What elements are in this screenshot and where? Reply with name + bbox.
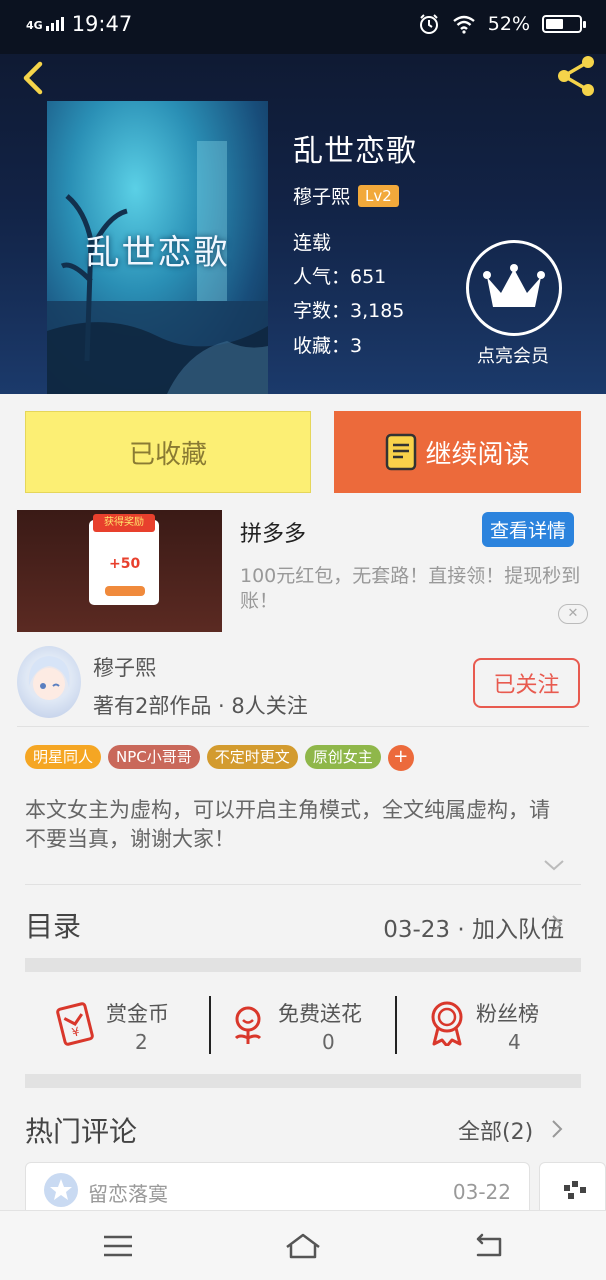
chevron-right-icon bbox=[552, 915, 563, 933]
follow-label: 已关注 bbox=[493, 673, 560, 698]
chevron-right-icon bbox=[552, 1120, 563, 1138]
share-icon[interactable] bbox=[552, 54, 598, 98]
collected-label: 已收藏 bbox=[128, 439, 207, 470]
system-nav-bar bbox=[0, 1210, 606, 1280]
author-avatar[interactable] bbox=[17, 646, 81, 718]
tag-item[interactable]: 原创女主 bbox=[304, 745, 381, 769]
battery-icon bbox=[542, 15, 586, 33]
divider bbox=[25, 884, 581, 885]
author-section[interactable]: 穆子熙 著有2部作品 · 8人关注 已关注 bbox=[0, 640, 606, 728]
continue-reading-label: 继续阅读 bbox=[425, 439, 530, 470]
wifi-icon bbox=[453, 15, 475, 34]
favorites-count: 收藏：3 bbox=[293, 335, 363, 357]
alarm-icon bbox=[419, 14, 438, 34]
toc-latest-chapter: 03-23 · 加入队伍 bbox=[383, 917, 564, 943]
book-cover[interactable]: 乱世恋歌 bbox=[47, 101, 268, 394]
free-flower-stat[interactable]: 免费送花 0 bbox=[230, 992, 390, 1058]
section-gap bbox=[25, 1074, 581, 1088]
ad-description: 100元红包，无套路！直接领！提现秒到账！ bbox=[240, 565, 581, 612]
back-arrow-icon[interactable] bbox=[14, 58, 54, 98]
book-header: 乱世恋歌 乱世恋歌 穆子熙 Lv2 连载 人气：651 字数：3,185 收藏：… bbox=[0, 54, 606, 394]
author-section-name: 穆子熙 bbox=[93, 656, 156, 680]
stat-value: 4 bbox=[508, 1030, 521, 1054]
word-count: 字数：3,185 bbox=[293, 300, 405, 322]
chevron-down-icon[interactable] bbox=[543, 858, 565, 872]
popularity-count: 人气：651 bbox=[293, 266, 387, 288]
tag-item[interactable]: 不定时更文 bbox=[206, 745, 298, 769]
commenter-avatar bbox=[564, 1181, 586, 1199]
tag-item[interactable]: NPC小哥哥 bbox=[108, 745, 200, 769]
serial-status: 连载 bbox=[293, 232, 332, 254]
network-type: 4G bbox=[26, 19, 43, 32]
divider bbox=[17, 726, 589, 727]
ad-title: 拼多多 bbox=[240, 522, 307, 547]
clock: 19:47 bbox=[71, 12, 133, 36]
book-title: 乱世恋歌 bbox=[293, 134, 417, 169]
status-left: 4G 19:47 bbox=[26, 12, 132, 36]
all-comments-label: 全部(2) bbox=[458, 1120, 534, 1145]
ad-image: 获得奖励 +50 bbox=[17, 510, 222, 632]
reward-coins-stat[interactable]: ¥ 赏金币 2 bbox=[52, 992, 202, 1058]
ad-banner[interactable]: 获得奖励 +50 拼多多 查看详情 100元红包，无套路！直接领！提现秒到账！ … bbox=[0, 508, 606, 636]
battery-percent: 52% bbox=[487, 13, 530, 35]
vip-button[interactable]: 点亮会员 bbox=[466, 240, 564, 368]
back-icon[interactable] bbox=[468, 1229, 508, 1263]
signal-icon: 4G bbox=[26, 17, 64, 31]
status-right: 52% bbox=[418, 13, 586, 35]
stat-value: 2 bbox=[135, 1030, 148, 1054]
author-row: 穆子熙 Lv2 bbox=[293, 182, 399, 209]
ad-image-amount: +50 bbox=[109, 556, 141, 572]
book-description: 本文女主为虚构，可以开启主角模式，全文纯属虚构，请不要当真，谢谢大家！ bbox=[25, 798, 550, 851]
stat-value: 0 bbox=[322, 1030, 335, 1054]
follow-button[interactable]: 已关注 bbox=[473, 658, 580, 708]
commenter-name: 留恋落寞 bbox=[88, 1182, 168, 1206]
tag-item[interactable]: 明星同人 bbox=[25, 745, 102, 769]
status-bar: 4G 19:47 52% bbox=[0, 0, 606, 54]
stat-label: 赏金币 bbox=[106, 1002, 169, 1026]
collected-button[interactable]: 已收藏 bbox=[25, 411, 311, 493]
ad-image-ribbon: 获得奖励 bbox=[93, 514, 155, 532]
divider bbox=[395, 996, 397, 1054]
medal-icon bbox=[431, 1001, 463, 1046]
continue-reading-button[interactable]: 继续阅读 bbox=[334, 411, 581, 493]
battery-level bbox=[546, 19, 563, 29]
comment-date: 03-22 bbox=[452, 1180, 511, 1204]
toc-label: 目录 bbox=[25, 910, 82, 943]
book-icon bbox=[386, 433, 417, 471]
red-envelope-icon: ¥ bbox=[56, 1002, 94, 1046]
stat-label: 粉丝榜 bbox=[476, 1002, 539, 1026]
ad-detail-button[interactable]: 查看详情 bbox=[482, 512, 575, 547]
ad-close-button[interactable]: ✕ bbox=[558, 604, 588, 624]
author-name[interactable]: 穆子熙 bbox=[293, 182, 350, 209]
tag-list: 明星同人 NPC小哥哥 不定时更文 原创女主 + bbox=[25, 745, 414, 771]
level-badge: Lv2 bbox=[358, 184, 399, 207]
flower-icon bbox=[234, 1006, 262, 1044]
svg-text:¥: ¥ bbox=[70, 1024, 81, 1040]
add-tag-button[interactable]: + bbox=[387, 745, 414, 771]
stat-label: 免费送花 bbox=[278, 1002, 362, 1026]
fan-ranking-stat[interactable]: 粉丝榜 4 bbox=[428, 992, 568, 1058]
commenter-avatar bbox=[44, 1173, 78, 1207]
author-section-info: 著有2部作品 · 8人关注 bbox=[93, 694, 308, 718]
hot-comments-title: 热门评论 bbox=[25, 1115, 138, 1148]
section-gap bbox=[25, 958, 581, 972]
menu-icon[interactable] bbox=[98, 1229, 138, 1263]
crown-icon bbox=[466, 240, 562, 336]
vip-label: 点亮会员 bbox=[477, 346, 549, 367]
divider bbox=[209, 996, 211, 1054]
home-icon[interactable] bbox=[283, 1229, 323, 1263]
cover-title: 乱世恋歌 bbox=[85, 233, 230, 273]
